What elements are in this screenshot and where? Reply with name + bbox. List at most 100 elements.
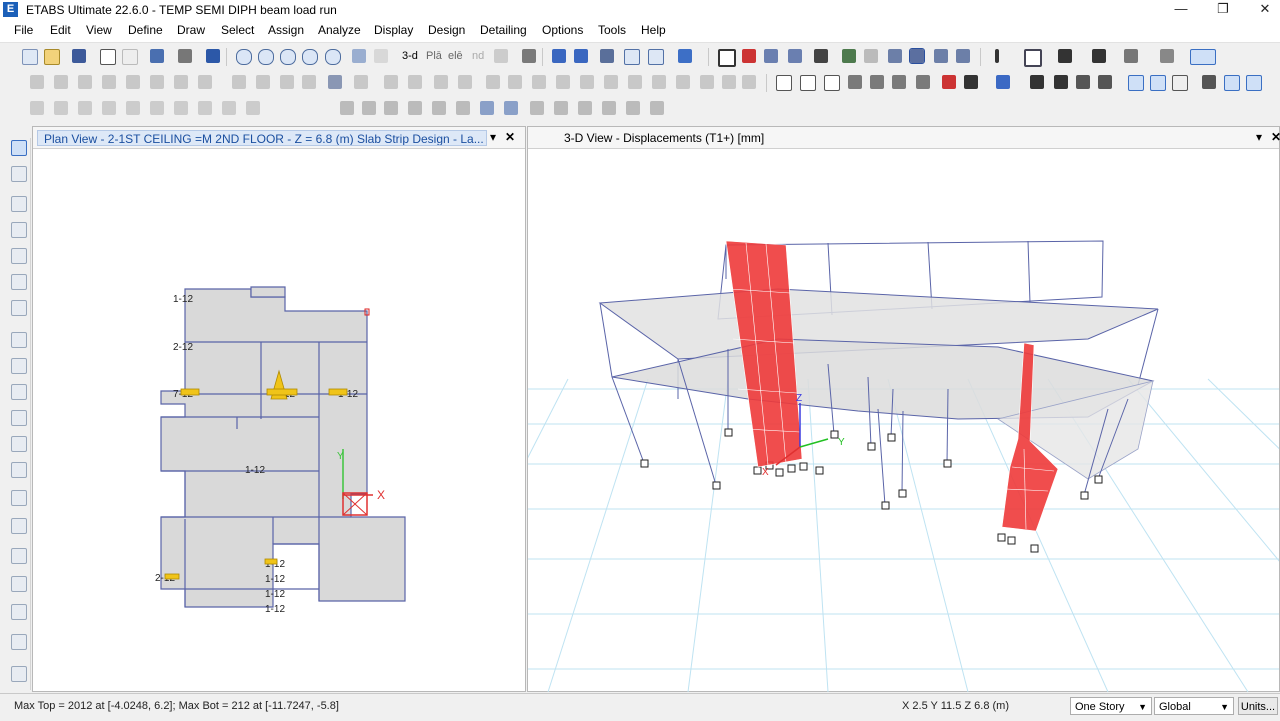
menu-view[interactable]: View	[86, 23, 112, 37]
nd-button[interactable]: nd	[472, 50, 484, 62]
tool-x-icon[interactable]	[650, 101, 664, 115]
snap-fine-icon[interactable]	[1098, 75, 1112, 89]
deselect-icon[interactable]	[916, 75, 930, 89]
display-frame-forces-icon[interactable]	[995, 49, 999, 63]
tool-f-icon[interactable]	[150, 101, 164, 115]
display-deformed-icon[interactable]	[1058, 49, 1072, 63]
merge-icon[interactable]	[384, 75, 398, 89]
draw-developed-elevation-icon[interactable]	[11, 634, 27, 650]
menu-options[interactable]: Options	[542, 23, 583, 37]
tool-n-icon[interactable]	[408, 101, 422, 115]
tool-t-icon[interactable]	[554, 101, 568, 115]
extend-icon[interactable]	[508, 75, 522, 89]
draw-brace-icon[interactable]	[788, 49, 802, 63]
menu-edit[interactable]: Edit	[50, 23, 71, 37]
draw-secondary-beam-icon[interactable]	[11, 300, 27, 316]
assign-joint-icon[interactable]	[30, 75, 44, 89]
minimize-button[interactable]: —	[1160, 0, 1202, 20]
close-window-button[interactable]: ✕	[1244, 0, 1280, 20]
tool-s-icon[interactable]	[530, 101, 544, 115]
view-3d-button[interactable]: 3-d	[402, 50, 418, 62]
tool-q-icon[interactable]	[480, 101, 494, 115]
plan-view-panel[interactable]: Plan View - 2-1ST CEILING =M 2ND FLOOR -…	[32, 126, 526, 692]
menu-assign[interactable]: Assign	[268, 23, 304, 37]
menu-select[interactable]: Select	[221, 23, 254, 37]
point-icon[interactable]	[700, 75, 714, 89]
menu-help[interactable]: Help	[641, 23, 666, 37]
tool-a-icon[interactable]	[30, 101, 44, 115]
tool-l-icon[interactable]	[362, 101, 376, 115]
3d-view-close-icon[interactable]: ✕	[1271, 130, 1280, 144]
open-icon[interactable]	[44, 49, 60, 65]
tool-c-icon[interactable]	[78, 101, 92, 115]
assign-diaphragm-icon[interactable]	[126, 75, 140, 89]
draw-beam-tool-icon[interactable]	[11, 222, 27, 238]
assign-mass-icon[interactable]	[102, 75, 116, 89]
select-by-plane-icon[interactable]	[848, 75, 862, 89]
align-icon[interactable]	[408, 75, 422, 89]
restore-button[interactable]: ❐	[1202, 0, 1244, 20]
reshape-tool-icon[interactable]	[11, 166, 27, 182]
menu-design[interactable]: Design	[428, 23, 465, 37]
draw-column-icon[interactable]	[764, 49, 778, 63]
offset-icon[interactable]	[652, 75, 666, 89]
perspective-icon[interactable]	[522, 49, 536, 63]
mirror-icon[interactable]	[458, 75, 472, 89]
assign-restraint-icon[interactable]	[54, 75, 68, 89]
display-links-icon[interactable]	[1124, 49, 1138, 63]
snap-icon[interactable]	[722, 75, 736, 89]
tool-h-icon[interactable]	[198, 101, 212, 115]
snap-intersection-icon[interactable]	[964, 75, 978, 89]
chamfer-icon[interactable]	[604, 75, 618, 89]
select-intersect-icon[interactable]	[870, 75, 884, 89]
tool-k-icon[interactable]	[340, 101, 354, 115]
menu-analyze[interactable]: Analyze	[318, 23, 361, 37]
delete-icon[interactable]	[302, 75, 316, 89]
menu-display[interactable]: Display	[374, 23, 413, 37]
snap-mid-icon[interactable]	[742, 75, 756, 89]
paste-icon[interactable]	[280, 75, 294, 89]
draw-tendon-icon[interactable]	[11, 576, 27, 592]
display-shell-icon[interactable]	[1024, 49, 1042, 67]
3d-view-canvas[interactable]: Z Y X	[528, 149, 1279, 692]
tool-r-icon[interactable]	[504, 101, 518, 115]
draw-column-tool-icon[interactable]	[11, 248, 27, 264]
display-axes-icon[interactable]	[1246, 75, 1262, 91]
draw-opening-icon[interactable]	[864, 49, 878, 63]
tool-b-icon[interactable]	[54, 101, 68, 115]
select-all-tool-icon[interactable]	[11, 666, 27, 682]
draw-link-tool-icon[interactable]	[11, 490, 27, 506]
draw-beam-icon[interactable]	[742, 49, 756, 63]
copy-icon[interactable]	[256, 75, 270, 89]
assign-releases-icon[interactable]	[174, 75, 188, 89]
menu-define[interactable]: Define	[128, 23, 163, 37]
new-model-icon[interactable]	[22, 49, 38, 65]
extrude-icon[interactable]	[678, 49, 692, 63]
cut-icon[interactable]	[232, 75, 246, 89]
object-shrink-icon[interactable]	[648, 49, 664, 65]
mesh-icon[interactable]	[556, 75, 570, 89]
draw-link-icon[interactable]	[888, 49, 902, 63]
tool-w-icon[interactable]	[626, 101, 640, 115]
tool-u-icon[interactable]	[578, 101, 592, 115]
redo-icon[interactable]	[122, 49, 138, 65]
label-o-icon[interactable]	[1172, 75, 1188, 91]
pan-icon[interactable]	[352, 49, 366, 63]
move-down-icon[interactable]	[574, 49, 588, 63]
draw-rect-floor-icon[interactable]	[11, 358, 27, 374]
tool-j-icon[interactable]	[246, 101, 260, 115]
menu-tools[interactable]: Tools	[598, 23, 626, 37]
plan-view-dropdown-icon[interactable]: ▾	[490, 130, 496, 144]
move-icon[interactable]	[434, 75, 448, 89]
snap-line-icon[interactable]	[1030, 75, 1044, 89]
trim-icon[interactable]	[532, 75, 546, 89]
draw-grid-icon[interactable]	[909, 48, 925, 64]
select-previous-icon[interactable]	[800, 75, 816, 91]
zoom-out-icon[interactable]	[325, 49, 341, 65]
fillet-icon[interactable]	[628, 75, 642, 89]
label-a-icon[interactable]	[1128, 75, 1144, 91]
plan-view-close-icon[interactable]: ✕	[505, 130, 515, 144]
snap-perpendicular-icon[interactable]	[996, 75, 1010, 89]
zoom-in-icon[interactable]	[280, 49, 296, 65]
tool-m-icon[interactable]	[384, 101, 398, 115]
